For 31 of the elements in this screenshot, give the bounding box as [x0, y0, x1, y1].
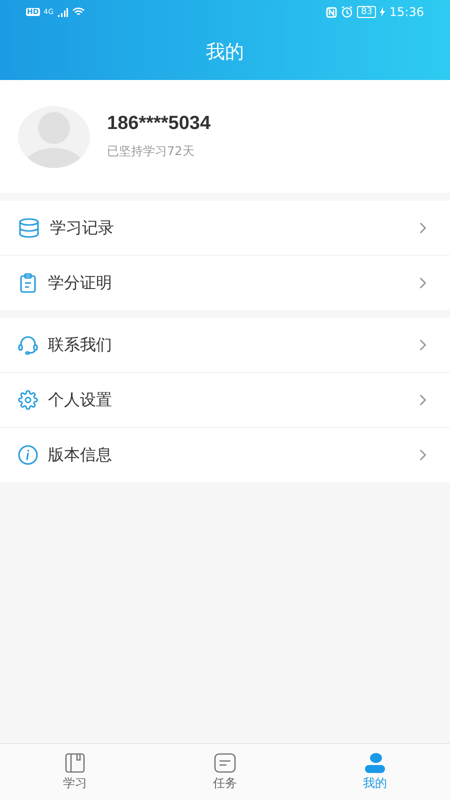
signal-icon — [58, 8, 68, 16]
menu-item[interactable]: 联系我们 — [0, 318, 450, 372]
info-icon — [18, 445, 38, 465]
database-icon — [18, 218, 40, 238]
notebook-icon — [65, 752, 85, 772]
message-icon — [214, 752, 236, 772]
nav-tab[interactable]: 任务 — [150, 744, 300, 800]
study-streak: 已坚持学习72天 — [107, 143, 196, 160]
menu-label: 版本信息 — [48, 444, 113, 466]
menu-label: 联系我们 — [48, 334, 113, 356]
battery-level: 83 — [356, 6, 376, 18]
page-title: 我的 — [206, 40, 244, 65]
nav-tab[interactable]: 学习 — [0, 744, 150, 800]
menu-item[interactable]: 学分证明 — [0, 255, 450, 310]
menu-item[interactable]: 版本信息 — [0, 427, 450, 482]
menu-label: 学习记录 — [50, 218, 115, 238]
clipboard-icon — [18, 273, 38, 293]
menu-item[interactable]: 个人设置 — [0, 372, 450, 427]
menu-item[interactable]: 学习记录 — [0, 201, 450, 255]
person-icon — [364, 752, 386, 772]
nfc-icon — [326, 6, 337, 18]
headset-icon — [18, 335, 38, 355]
menu-label: 个人设置 — [48, 390, 113, 410]
user-phone: 186****5034 — [107, 113, 211, 135]
clock: 15:36 — [389, 5, 424, 19]
avatar — [18, 106, 90, 168]
wifi-icon — [72, 7, 85, 17]
menu-label: 学分证明 — [48, 272, 113, 294]
alarm-icon — [340, 6, 353, 18]
charging-icon — [380, 7, 386, 17]
settings-icon — [18, 390, 38, 410]
